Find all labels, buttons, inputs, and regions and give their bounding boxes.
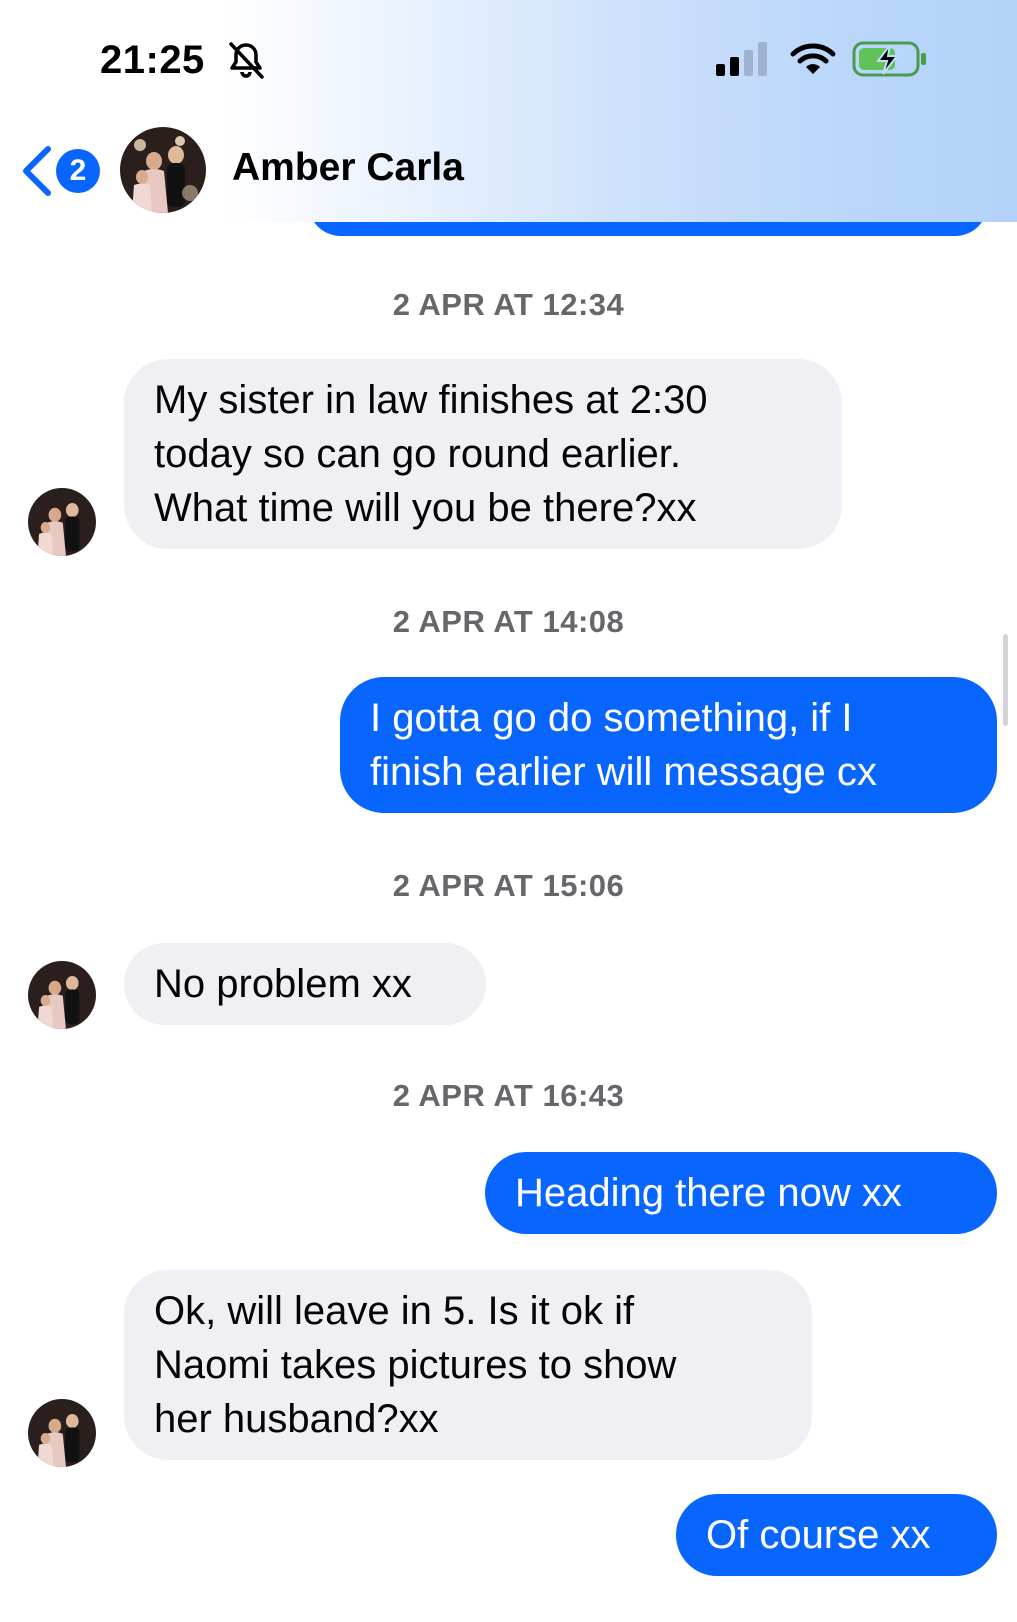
message-timestamp: 2 APR AT 16:43 (392, 1078, 625, 1113)
message-text: today so can go round earlier. (154, 432, 682, 476)
wifi-icon (790, 43, 836, 74)
incoming-message-bubble[interactable]: My sister in law finishes at 2:30 today … (124, 359, 842, 549)
message-text: Of course xx (706, 1513, 931, 1557)
outgoing-message-bubble[interactable]: I gotta go do something, if I finish ear… (340, 677, 997, 813)
outgoing-message-bubble[interactable]: Of course xx (676, 1494, 997, 1576)
message-text: Ok, will leave in 5. Is it ok if (154, 1289, 635, 1333)
message-timestamp: 2 APR AT 12:34 (392, 287, 625, 322)
scrollbar[interactable] (1003, 634, 1008, 726)
cellular-signal-icon (716, 42, 767, 76)
incoming-message-bubble[interactable]: Ok, will leave in 5. Is it ok if Naomi t… (124, 1270, 812, 1460)
chat-header: 21:25 2 Amber Carla (0, 0, 1017, 222)
chevron-left-icon (23, 146, 51, 196)
message-text: Heading there now xx (515, 1171, 902, 1215)
contact-avatar[interactable] (120, 127, 206, 213)
message-timestamp: 2 APR AT 14:08 (392, 604, 625, 639)
back-button[interactable]: 2 (20, 143, 100, 199)
message-text: Naomi takes pictures to show (154, 1343, 677, 1387)
bell-muted-icon (229, 42, 264, 79)
status-time: 21:25 (100, 38, 205, 82)
unread-badge: 2 (56, 149, 100, 193)
sender-avatar[interactable] (28, 1399, 96, 1467)
message-text: finish earlier will message cx (370, 750, 877, 794)
battery-charging-icon (852, 41, 926, 77)
message-text: My sister in law finishes at 2:30 (154, 378, 708, 422)
incoming-message-bubble[interactable]: No problem xx (124, 943, 486, 1025)
sender-avatar[interactable] (28, 961, 96, 1029)
message-text: I gotta go do something, if I (370, 696, 853, 740)
message-text: What time will you be there?xx (154, 486, 697, 530)
message-text: her husband?xx (154, 1397, 439, 1441)
outgoing-message-bubble[interactable]: Heading there now xx (485, 1152, 997, 1234)
message-timestamp: 2 APR AT 15:06 (392, 868, 625, 903)
message-text: No problem xx (154, 962, 412, 1006)
contact-name[interactable]: Amber Carla (232, 146, 464, 190)
sender-avatar[interactable] (28, 488, 96, 556)
